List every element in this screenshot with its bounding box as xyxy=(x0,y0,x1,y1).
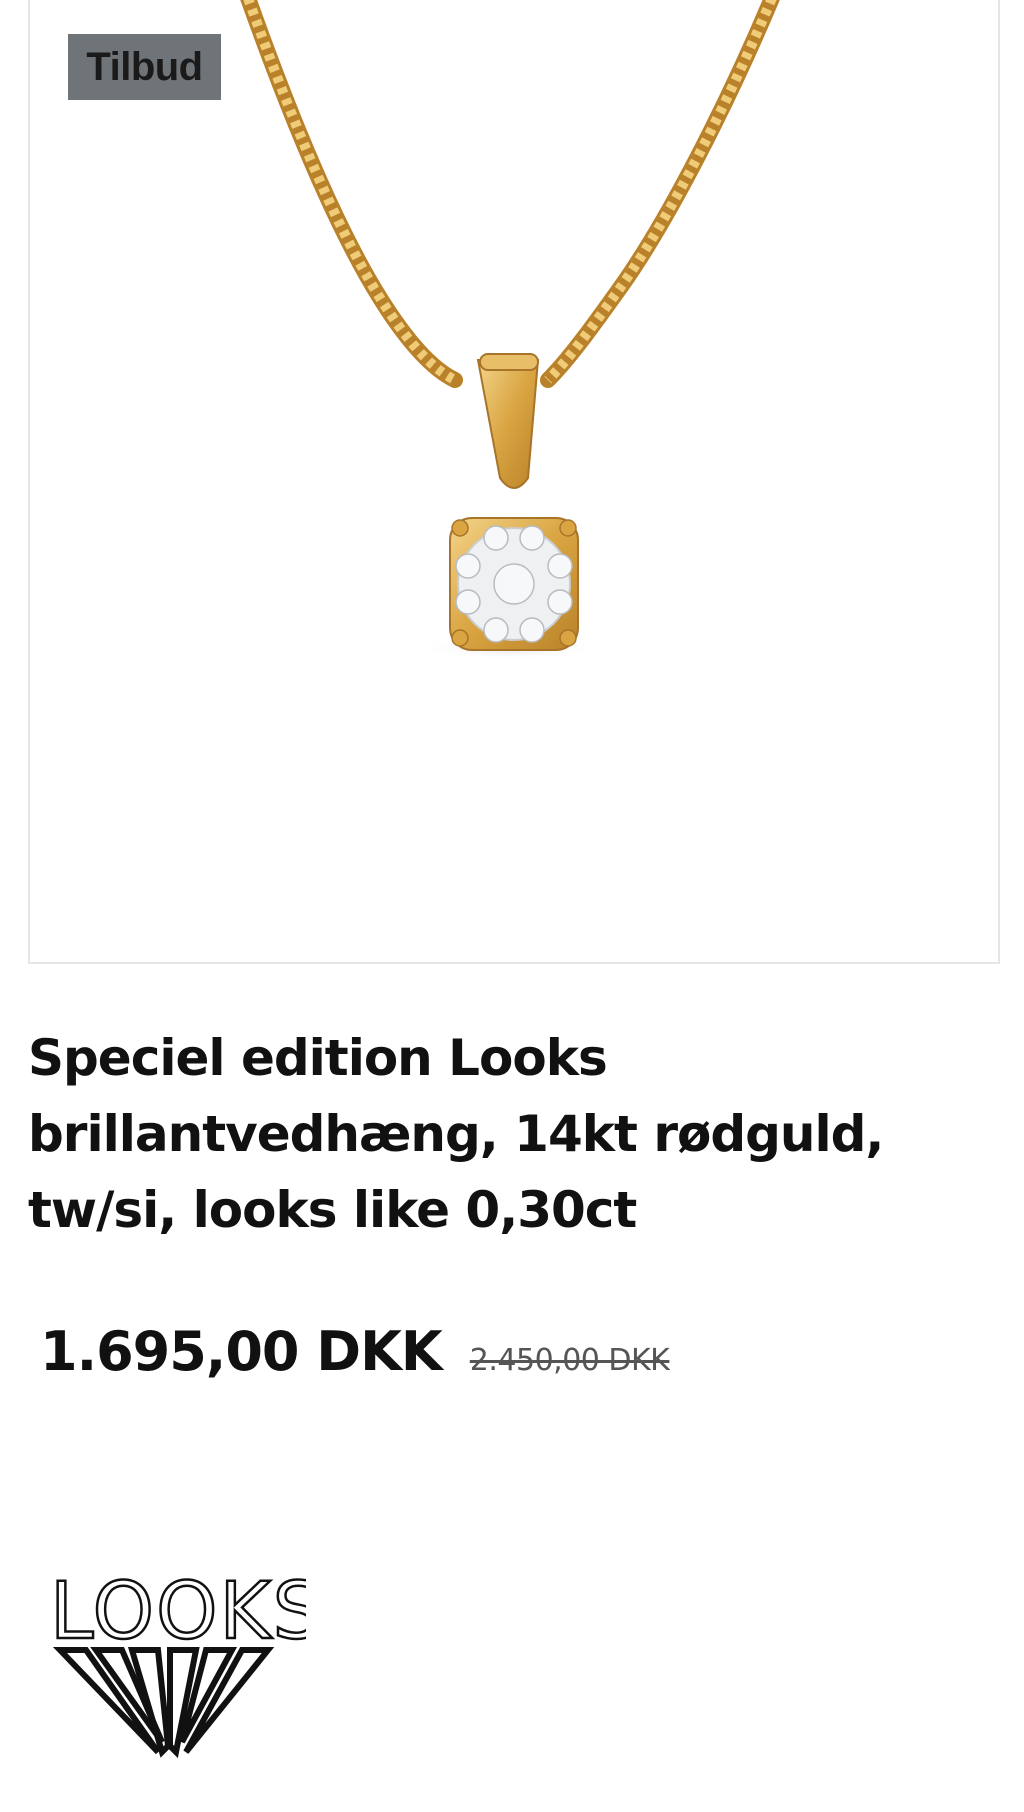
original-price: 2.450,00 DKK xyxy=(469,1343,670,1378)
product-title: Speciel edition Looks brillantvedhæng, 1… xyxy=(28,1029,884,1239)
diamond-logo-icon xyxy=(52,1647,275,1759)
current-price: 1.695,00 DKK xyxy=(40,1320,443,1383)
sale-badge: Tilbud xyxy=(68,34,221,100)
product-image-frame[interactable] xyxy=(28,0,1000,964)
price-row: 1.695,00 DKK 2.450,00 DKK xyxy=(40,1320,670,1400)
brand-logo[interactable]: LOOKS xyxy=(46,1566,323,1774)
brand-logo-text: LOOKS xyxy=(50,1570,306,1657)
necklace-pendant-image xyxy=(240,0,780,660)
